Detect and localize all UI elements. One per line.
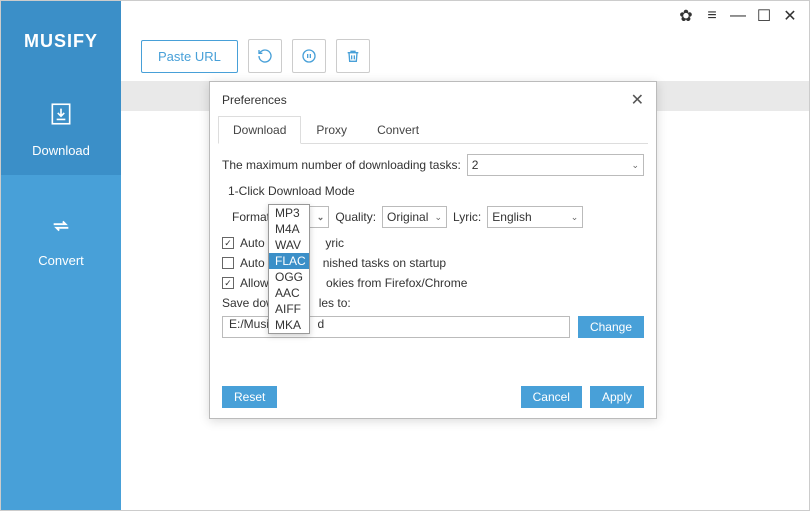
resume-button[interactable] [248, 39, 282, 73]
dialog-body: The maximum number of downloading tasks:… [210, 144, 656, 378]
chevron-down-icon: ⌄ [317, 212, 325, 223]
chevron-down-icon: ⌄ [571, 212, 579, 223]
nav-convert-label: Convert [38, 253, 84, 268]
format-dropdown: MP3M4AWAVFLACOGGAACAIFFMKA [268, 204, 310, 334]
max-tasks-select[interactable]: 2 ⌄ [467, 154, 644, 176]
convert-icon [1, 215, 121, 244]
auto-download-lyric-checkbox[interactable]: ✓ [222, 237, 234, 249]
format-option-mp3[interactable]: MP3 [269, 205, 309, 221]
app-logo: MUSIFY [1, 1, 121, 81]
close-window-icon[interactable]: ✕ [781, 7, 799, 25]
format-option-m4a[interactable]: M4A [269, 221, 309, 237]
titlebar: ✿ ≡ — ☐ ✕ [121, 1, 809, 31]
tab-convert[interactable]: Convert [362, 116, 434, 143]
cb3-suffix: okies from Firefox/Chrome [326, 276, 467, 290]
lyric-select[interactable]: English ⌄ [487, 206, 583, 228]
format-option-flac[interactable]: FLAC [269, 253, 309, 269]
format-option-wav[interactable]: WAV [269, 237, 309, 253]
chevron-down-icon: ⌄ [631, 160, 639, 171]
paste-url-button[interactable]: Paste URL [141, 40, 238, 73]
cancel-button[interactable]: Cancel [521, 386, 582, 408]
nav-download[interactable]: Download [1, 81, 121, 175]
chevron-down-icon: ⌄ [434, 212, 442, 223]
path-suffix: d [317, 317, 324, 331]
app-window: MUSIFY Download Convert ✿ ≡ — ☐ ✕ Paste … [0, 0, 810, 511]
quality-value: Original [387, 210, 428, 224]
lyric-value: English [492, 210, 531, 224]
settings-icon[interactable]: ✿ [677, 7, 695, 25]
max-tasks-label: The maximum number of downloading tasks: [222, 158, 461, 172]
format-option-aac[interactable]: AAC [269, 285, 309, 301]
dialog-header: Preferences ✕ [210, 82, 656, 116]
dialog-footer: Reset Cancel Apply [210, 378, 656, 418]
download-icon [1, 101, 121, 134]
cb1-suffix: yric [325, 236, 344, 250]
quality-label: Quality: [335, 210, 376, 224]
format-option-aiff[interactable]: AIFF [269, 301, 309, 317]
dialog-title: Preferences [222, 93, 287, 107]
section-1click: 1-Click Download Mode [228, 184, 644, 198]
minimize-icon[interactable]: — [729, 7, 747, 25]
cb2-suffix: nished tasks on startup [323, 256, 446, 270]
sidebar: MUSIFY Download Convert [1, 1, 121, 510]
preferences-dialog: Preferences ✕ Download Proxy Convert The… [209, 81, 657, 419]
dialog-tabs: Download Proxy Convert [218, 116, 648, 144]
allow-cookies-checkbox[interactable]: ✓ [222, 277, 234, 289]
max-tasks-value: 2 [472, 158, 479, 172]
tab-download[interactable]: Download [218, 116, 301, 144]
auto-resume-checkbox[interactable] [222, 257, 234, 269]
delete-button[interactable] [336, 39, 370, 73]
lyric-label: Lyric: [453, 210, 481, 224]
tab-proxy[interactable]: Proxy [301, 116, 362, 143]
menu-icon[interactable]: ≡ [703, 7, 721, 25]
apply-button[interactable]: Apply [590, 386, 644, 408]
change-button[interactable]: Change [578, 316, 644, 338]
nav-download-label: Download [32, 143, 90, 158]
format-option-ogg[interactable]: OGG [269, 269, 309, 285]
quality-select[interactable]: Original ⌄ [382, 206, 447, 228]
toolbar: Paste URL [121, 31, 809, 81]
pause-button[interactable] [292, 39, 326, 73]
nav-convert[interactable]: Convert [1, 195, 121, 285]
reset-button[interactable]: Reset [222, 386, 277, 408]
format-option-mka[interactable]: MKA [269, 317, 309, 333]
save-label-suffix: les to: [319, 296, 351, 310]
maximize-icon[interactable]: ☐ [755, 7, 773, 25]
close-icon[interactable]: ✕ [631, 90, 644, 110]
